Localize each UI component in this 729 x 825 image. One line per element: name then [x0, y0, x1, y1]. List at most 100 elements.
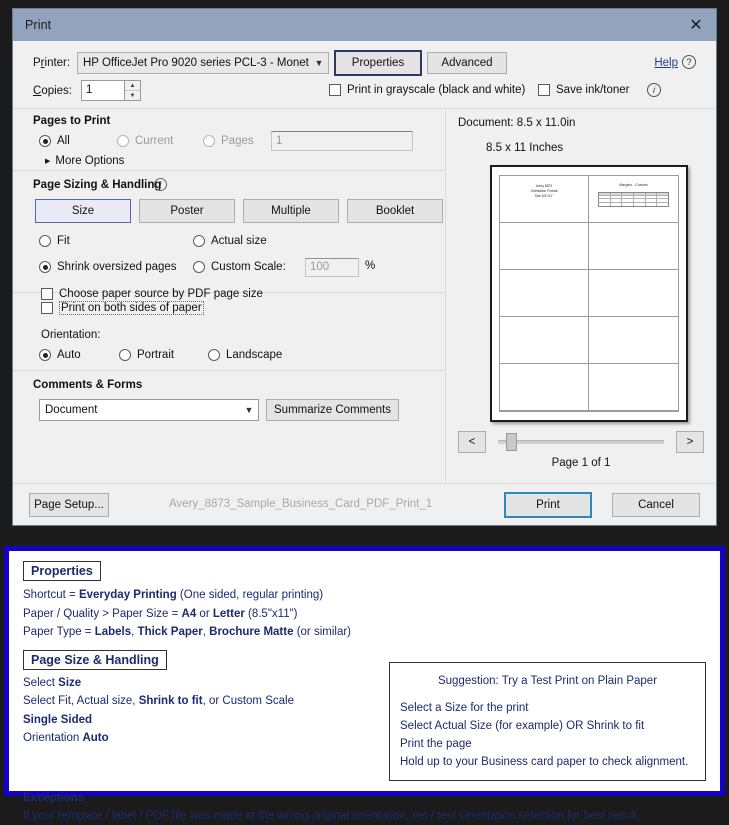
print-button[interactable]: Print — [504, 492, 592, 518]
copies-input[interactable]: 1 — [81, 80, 125, 101]
note-bold: Shrink to fit — [138, 695, 203, 707]
radio-orientation-portrait[interactable]: Portrait — [119, 349, 174, 361]
preview-column: Document: 8.5 x 11.0in 8.5 x 11 Inches A… — [445, 109, 716, 483]
pages-range-input[interactable]: 1 — [271, 131, 413, 151]
radio-shrink-oversized[interactable]: Shrink oversized pages — [39, 261, 177, 273]
radio-fit[interactable]: Fit — [39, 235, 70, 247]
previous-page-label: < — [468, 436, 476, 448]
close-icon[interactable]: ✕ — [676, 9, 716, 41]
properties-button-label: Properties — [351, 57, 405, 69]
checkbox-box — [329, 84, 341, 96]
properties-note-line: Paper Type = Labels, Thick Paper, Brochu… — [23, 624, 706, 641]
radio-custom-scale[interactable]: Custom Scale: — [193, 261, 286, 273]
previous-page-button[interactable]: < — [458, 431, 486, 453]
file-name-label: Avery_8873_Sample_Business_Card_PDF_Prin… — [169, 498, 433, 510]
help-link[interactable]: Help — [654, 57, 678, 69]
table-row — [599, 202, 668, 207]
dialog-footer: Page Setup... Avery_8873_Sample_Business… — [13, 483, 716, 525]
sizing-mode-size-label: Size — [71, 205, 95, 217]
note-bold: Thick Paper — [137, 626, 203, 638]
sizing-mode-multiple[interactable]: Multiple — [243, 199, 339, 223]
properties-note-line: Paper / Quality > Paper Size = A4 or Let… — [23, 606, 706, 623]
note-text: Paper Type = — [23, 626, 95, 638]
note-text: (or similar) — [293, 626, 351, 638]
page-setup-button[interactable]: Page Setup... — [29, 493, 109, 517]
radio-current[interactable]: Current — [117, 135, 173, 147]
properties-button[interactable]: Properties — [334, 50, 422, 76]
note-text: (One sided, regular printing) — [176, 589, 324, 601]
card-cell — [589, 223, 678, 270]
info-circle-icon[interactable]: i — [154, 178, 167, 191]
card-line-3: Size 8.5"x11" — [534, 193, 554, 198]
comments-forms-select[interactable]: Document ▼ — [39, 399, 259, 421]
page-slider-thumb[interactable] — [506, 433, 517, 451]
suggestion-line: Print the page — [400, 737, 472, 750]
sizing-note-line: Select Fit, Actual size, Shrink to fit, … — [23, 693, 375, 710]
radio-custom-scale-label: Custom Scale: — [211, 261, 286, 273]
note-bold: A4 — [181, 607, 197, 620]
save-ink-checkbox-label: Save ink/toner — [556, 84, 630, 96]
radio-portrait-label: Portrait — [137, 349, 175, 361]
custom-scale-input[interactable]: 100 — [305, 258, 359, 277]
card-margins-title: Margins - Custom — [619, 183, 648, 187]
properties-note-line: Shortcut = Everyday Printing (One sided,… — [23, 587, 706, 604]
radio-pages-label: Pages — [221, 135, 254, 147]
grayscale-checkbox[interactable]: Print in grayscale (black and white) — [329, 84, 525, 96]
both-sides-checkbox-label: Print on both sides of paper — [59, 301, 204, 315]
copies-stepper[interactable]: ▲ ▼ — [125, 80, 141, 101]
radio-orientation-landscape[interactable]: Landscape — [208, 349, 282, 361]
stepper-down-icon[interactable]: ▼ — [125, 91, 140, 100]
card-cell — [589, 317, 678, 364]
radio-dot — [193, 261, 205, 273]
more-options-label: More Options — [55, 155, 125, 167]
note-bold: Letter — [212, 607, 245, 620]
page-preview: Avery 8873 Orientation Portrait Size 8.5… — [490, 165, 688, 422]
cancel-button[interactable]: Cancel — [612, 493, 700, 517]
radio-dot — [193, 235, 205, 247]
radio-pages[interactable]: Pages — [203, 135, 254, 147]
printer-label: Printer: — [33, 57, 71, 69]
comments-forms-section: Comments & Forms Document ▼ Summarize Co… — [13, 371, 445, 437]
printer-select[interactable]: HP OfficeJet Pro 9020 series PCL-3 - Mon… — [77, 52, 329, 74]
radio-orientation-auto[interactable]: Auto — [39, 349, 81, 361]
dialog-body: Printer: HP OfficeJet Pro 9020 series PC… — [13, 41, 716, 525]
sizing-mode-poster[interactable]: Poster — [139, 199, 235, 223]
chevron-down-icon: ▼ — [314, 57, 324, 68]
save-ink-checkbox[interactable]: Save ink/toner — [538, 84, 630, 96]
page-slider[interactable] — [498, 433, 664, 451]
radio-actual-size[interactable]: Actual size — [193, 235, 267, 247]
radio-all[interactable]: All — [39, 135, 70, 147]
page-sizing-section: Page Sizing & Handling i Size Poster Mul… — [13, 171, 445, 300]
sizing-mode-size[interactable]: Size — [35, 199, 131, 223]
radio-current-label: Current — [135, 135, 174, 147]
question-circle-icon[interactable]: ? — [682, 55, 696, 69]
both-sides-checkbox[interactable]: Print on both sides of paper — [41, 301, 204, 315]
sizing-mode-poster-label: Poster — [170, 205, 204, 217]
note-bold: Auto — [82, 732, 109, 744]
note-bold: Single Sided — [23, 713, 93, 726]
sizing-mode-booklet[interactable]: Booklet — [347, 199, 443, 223]
sizing-note-line: Single Sided — [23, 712, 375, 729]
more-options-toggle[interactable]: More Options — [45, 155, 124, 167]
sizing-notes-block: Page Size & Handling Select Size Select … — [23, 649, 375, 747]
card-cell — [500, 270, 589, 317]
printer-section: Printer: HP OfficeJet Pro 9020 series PC… — [13, 47, 716, 109]
note-text: or — [196, 607, 213, 620]
summarize-comments-button[interactable]: Summarize Comments — [266, 399, 399, 421]
radio-auto-label: Auto — [57, 349, 81, 361]
radio-dot — [39, 349, 51, 361]
next-page-button[interactable]: > — [676, 431, 704, 453]
info-circle-icon[interactable]: i — [647, 83, 661, 97]
sizing-mode-multiple-label: Multiple — [271, 205, 311, 217]
percent-label: % — [365, 260, 376, 272]
exceptions-block: Exceptions If your template / label / PD… — [23, 790, 706, 825]
radio-shrink-label: Shrink oversized pages — [57, 261, 177, 273]
cancel-button-label: Cancel — [638, 499, 674, 511]
notes-columns: Page Size & Handling Select Size Select … — [23, 649, 706, 781]
pages-to-print-title: Pages to Print — [33, 115, 111, 127]
card-cell — [500, 223, 589, 270]
note-text: , or Custom Scale — [202, 695, 294, 707]
advanced-button[interactable]: Advanced — [427, 52, 507, 74]
stepper-up-icon[interactable]: ▲ — [125, 81, 140, 91]
card-cell — [589, 270, 678, 317]
